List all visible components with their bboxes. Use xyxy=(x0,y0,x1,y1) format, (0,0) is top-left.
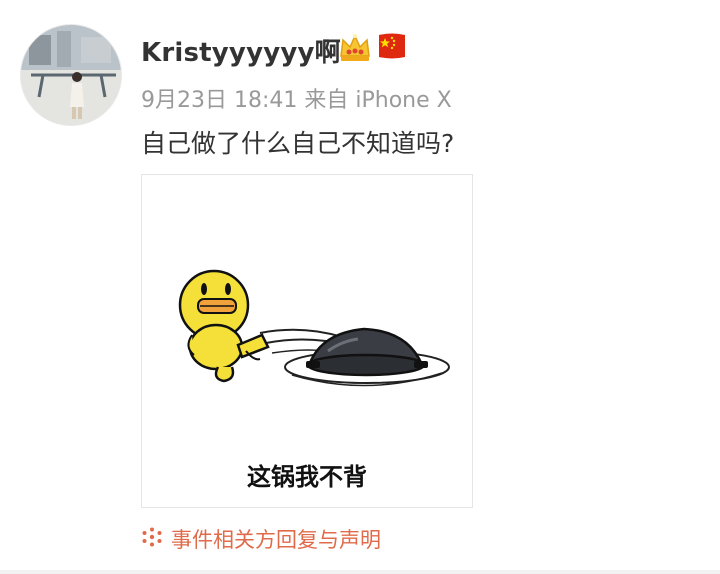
meme-caption: 这锅我不背 xyxy=(247,463,367,491)
post-text: 自己做了什么自己不知道吗? xyxy=(141,129,455,158)
sparkle-icon xyxy=(141,526,163,552)
username[interactable]: Kristyyyyyy啊 xyxy=(141,32,341,69)
crown-badge-icon[interactable] xyxy=(337,30,373,66)
avatar[interactable] xyxy=(20,24,122,126)
avatar-photo xyxy=(21,25,121,125)
post-source[interactable]: 来自 iPhone X xyxy=(304,88,451,113)
post-timestamp[interactable]: 9月23日 18:41 xyxy=(141,88,297,113)
china-flag-icon xyxy=(376,30,408,62)
post-meta: 9月23日 18:41 来自 iPhone X xyxy=(141,82,452,114)
weibo-post: Kristyyyyyy啊 9月23日 18:41 来自 iPhone X 自己做… xyxy=(0,0,720,574)
related-statement-label[interactable]: 事件相关方回复与声明 xyxy=(171,524,381,554)
post-image[interactable]: 这锅我不背 xyxy=(141,174,473,508)
bottom-divider xyxy=(0,570,720,574)
related-statement-link[interactable]: 事件相关方回复与声明 xyxy=(141,524,381,554)
